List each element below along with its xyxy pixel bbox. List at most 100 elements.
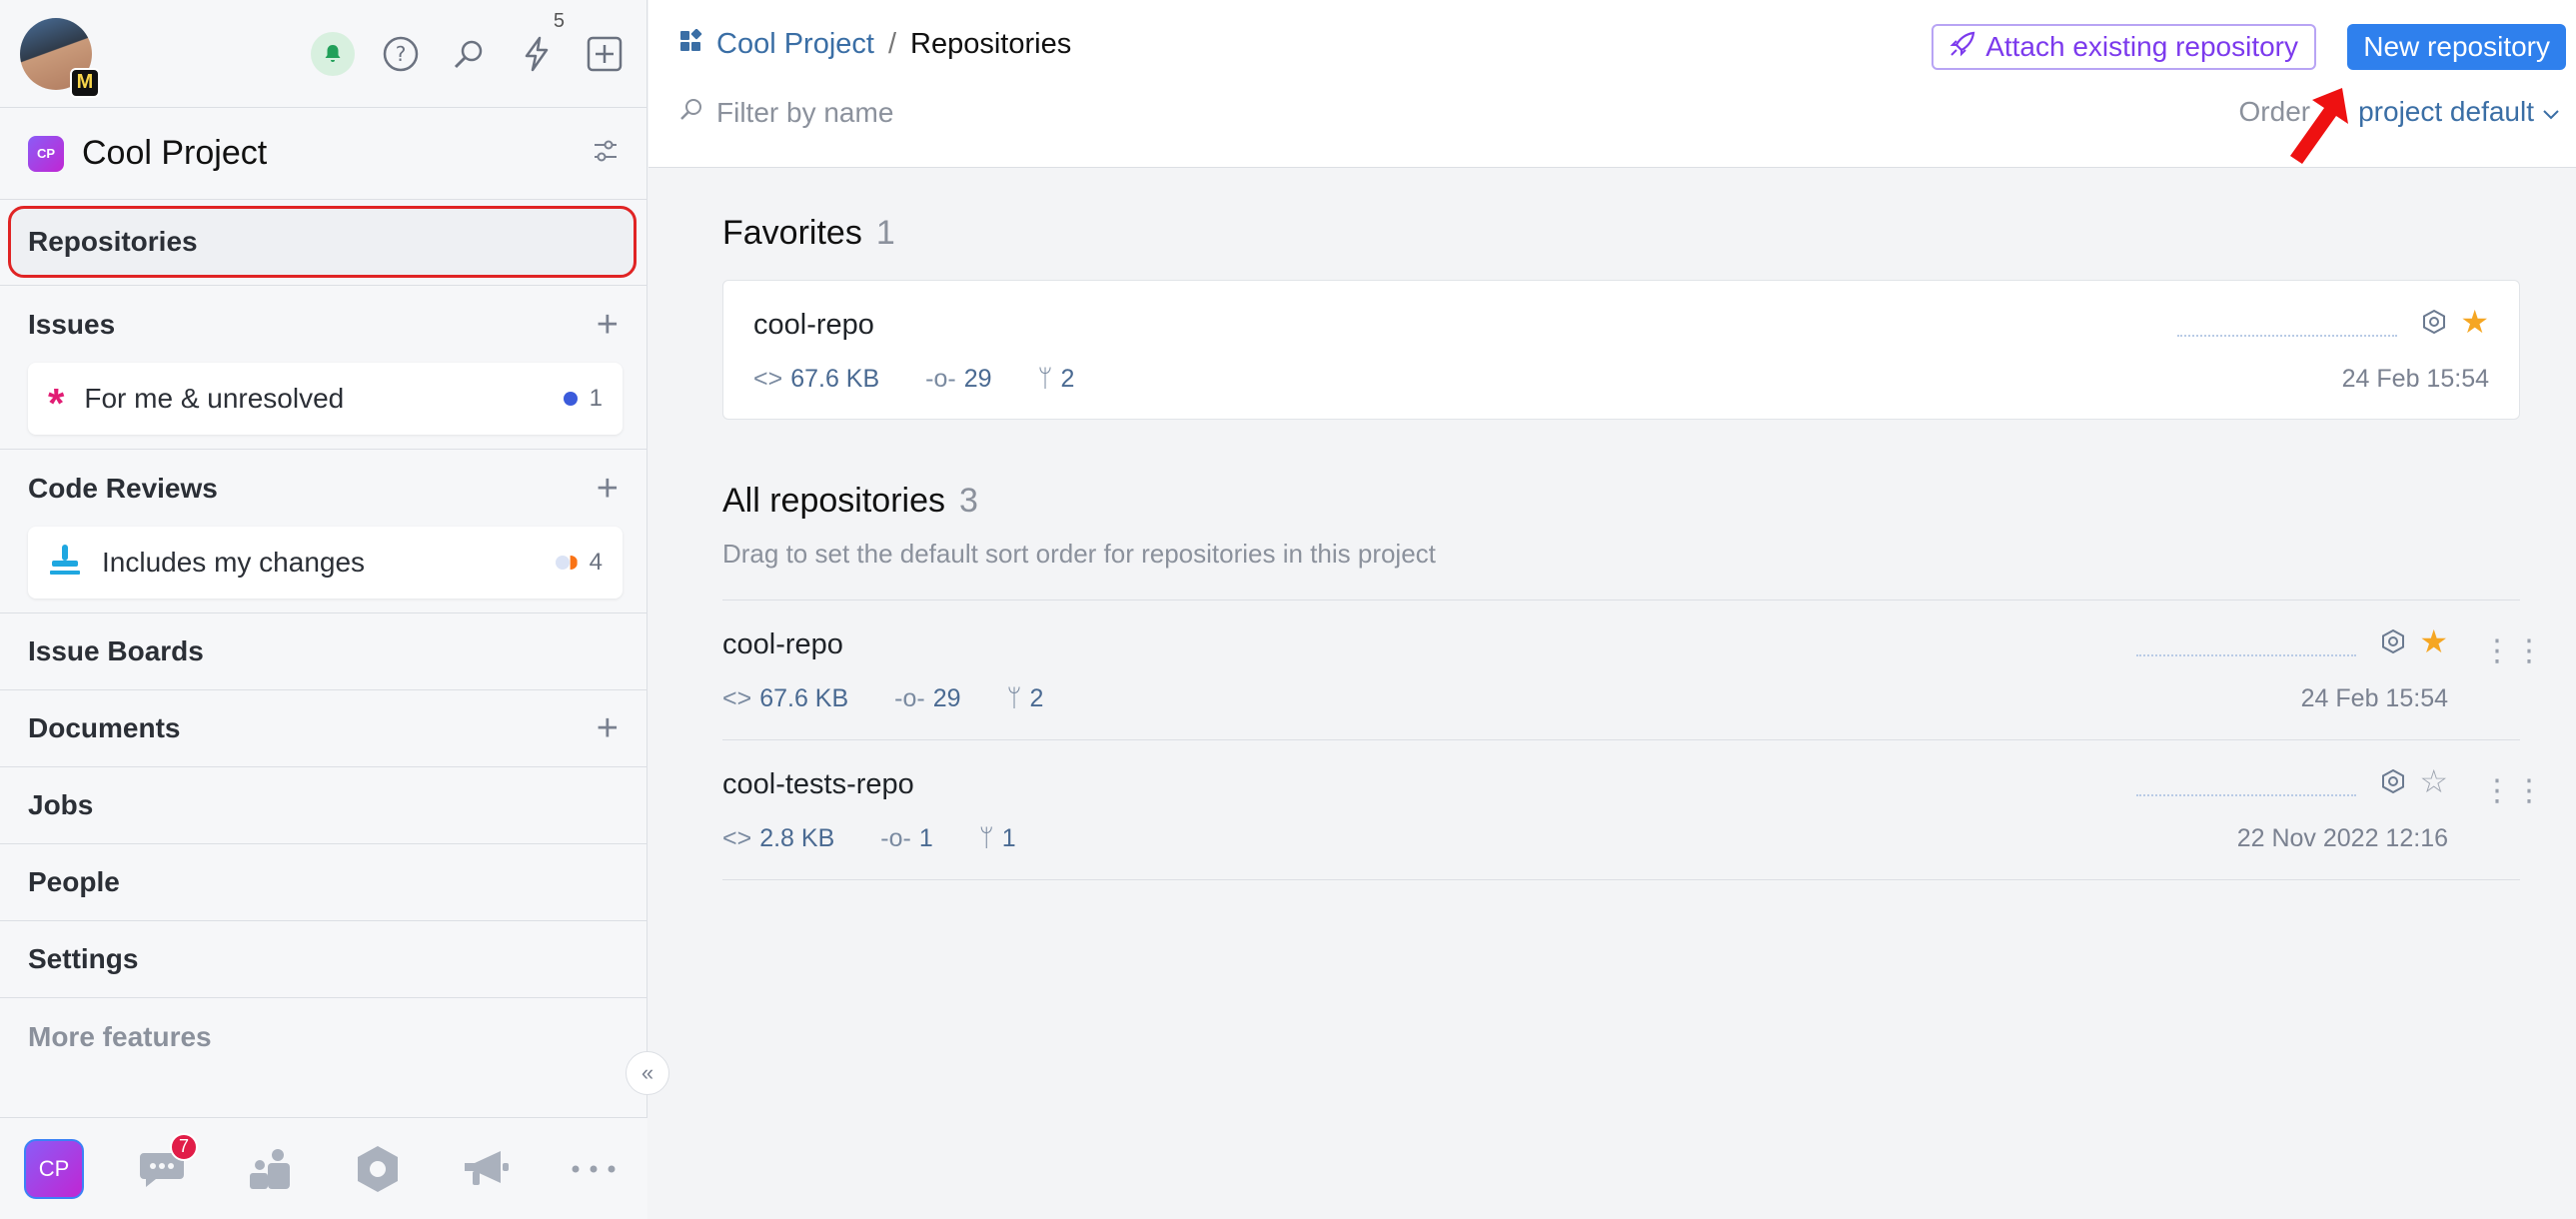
all-repositories-heading: All repositories 3 — [722, 482, 2520, 521]
search-icon[interactable] — [447, 32, 491, 76]
settings-hex-icon[interactable] — [2421, 309, 2447, 340]
settings-hex-icon[interactable] — [2380, 628, 2406, 659]
sidebar-item-label: Documents — [28, 712, 180, 744]
project-grid-icon — [678, 28, 702, 61]
new-repository-button[interactable]: New repository — [2347, 24, 2566, 70]
repo-name[interactable]: cool-repo — [722, 628, 843, 661]
star-outline-icon[interactable]: ☆ — [2419, 762, 2448, 800]
repo-row[interactable]: cool-tests-repo <>2.8 KB -o-1 ᛘ1 ☆ 22 No… — [722, 740, 2520, 880]
status-dot-icon — [564, 392, 578, 406]
branch-icon: ᛘ — [979, 824, 994, 852]
double-chevron-left-icon: « — [642, 1060, 653, 1086]
chevron-down-icon — [2542, 96, 2560, 128]
order-value: project default — [2358, 96, 2534, 128]
status-badge-icon: M — [70, 68, 100, 98]
code-icon: <> — [722, 824, 751, 852]
drag-handle-icon[interactable]: ⋮⋮ — [2482, 784, 2506, 798]
sidebar-item-settings[interactable]: Settings — [0, 921, 646, 998]
repo-size: <>2.8 KB — [722, 824, 834, 853]
packages-icon[interactable] — [348, 1139, 408, 1199]
commit-icon: -o- — [925, 365, 956, 393]
breadcrumb-project-link[interactable]: Cool Project — [716, 28, 874, 61]
count-value: 4 — [590, 549, 603, 577]
chat-icon[interactable]: 7 — [132, 1139, 192, 1199]
sidebar-item-label: Code Reviews — [28, 473, 218, 505]
subitem-label: For me & unresolved — [84, 383, 344, 415]
repo-commits[interactable]: -o- 29 — [925, 365, 991, 394]
notifications-count: 5 — [554, 10, 565, 33]
svg-text:?: ? — [396, 42, 407, 66]
attach-repository-label: Attach existing repository — [1985, 31, 2298, 63]
all-repositories-count: 3 — [959, 482, 978, 520]
status-dot-icon — [556, 556, 578, 570]
bell-icon[interactable] — [311, 32, 355, 76]
activity-sparkline — [2177, 335, 2397, 337]
favorite-repo-card[interactable]: cool-repo <>67.6 KB -o- 29 ᛘ2 ★ 24 Feb 15… — [722, 280, 2520, 420]
sidebar-item-issues[interactable]: Issues + — [0, 286, 646, 363]
drag-handle-icon[interactable]: ⋮⋮ — [2482, 644, 2506, 658]
repo-size: <>67.6 KB — [753, 365, 879, 394]
add-document-icon[interactable]: + — [597, 709, 619, 747]
code-icon: <> — [722, 684, 751, 712]
divider — [0, 278, 646, 286]
repo-name[interactable]: cool-tests-repo — [722, 768, 914, 801]
favorites-list: cool-repo <>67.6 KB -o- 29 ᛘ2 ★ 24 Feb 15… — [722, 280, 2520, 420]
sidebar-item-jobs[interactable]: Jobs — [0, 767, 646, 844]
team-icon[interactable] — [240, 1139, 300, 1199]
sidebar-item-documents[interactable]: Documents + — [0, 690, 646, 767]
sidebar-item-more-features[interactable]: More features — [0, 998, 646, 1075]
subitem-count: 4 — [556, 549, 603, 577]
help-icon[interactable]: ? — [379, 32, 423, 76]
sidebar-item-label: More features — [28, 1021, 212, 1053]
favorites-count: 1 — [876, 214, 895, 252]
sliders-icon[interactable] — [593, 138, 619, 169]
repo-commits[interactable]: -o-29 — [894, 684, 960, 713]
repo-meta: <>67.6 KB -o- 29 ᛘ2 — [753, 365, 1074, 394]
branches-value: 1 — [1002, 824, 1016, 852]
avatar[interactable]: M — [20, 18, 92, 90]
more-icon[interactable] — [564, 1139, 624, 1199]
sidebar-subitem-for-me-unresolved[interactable]: * For me & unresolved 1 — [28, 363, 623, 435]
star-icon[interactable]: ★ — [2419, 622, 2448, 660]
repo-commits[interactable]: -o-1 — [880, 824, 932, 853]
sidebar-item-repositories[interactable]: Repositories — [8, 206, 637, 278]
repo-branches[interactable]: ᛘ1 — [979, 824, 1016, 853]
favorites-heading: Favorites 1 — [722, 214, 2520, 253]
star-icon[interactable]: ★ — [2460, 303, 2489, 341]
add-issue-icon[interactable]: + — [597, 306, 619, 344]
sidebar-item-label: Jobs — [28, 789, 93, 821]
favorites-title: Favorites — [722, 214, 862, 252]
megaphone-icon[interactable] — [456, 1139, 516, 1199]
repo-name[interactable]: cool-repo — [753, 309, 874, 342]
settings-hex-icon[interactable] — [2380, 768, 2406, 799]
branches-value: 2 — [1061, 365, 1075, 393]
commits-value: 29 — [964, 365, 992, 393]
repo-branches[interactable]: ᛘ2 — [1038, 365, 1075, 394]
repo-row[interactable]: cool-repo <>67.6 KB -o-29 ᛘ2 ★ 24 Feb 15… — [722, 601, 2520, 740]
project-logo: CP — [28, 136, 64, 172]
commit-icon: -o- — [880, 824, 911, 852]
add-icon[interactable] — [583, 32, 627, 76]
add-review-icon[interactable]: + — [597, 470, 619, 508]
lightning-icon[interactable]: 5 — [515, 32, 559, 76]
project-header[interactable]: CP Cool Project — [0, 108, 646, 200]
repo-date: 22 Nov 2022 12:16 — [2237, 824, 2448, 853]
sidebar-item-label: Issue Boards — [28, 635, 204, 667]
sidebar-item-people[interactable]: People — [0, 844, 646, 921]
size-value: 67.6 KB — [759, 684, 848, 712]
all-repositories-section: All repositories3 Drag to set the defaul… — [722, 482, 2520, 570]
sidebar-item-issue-boards[interactable]: Issue Boards — [0, 613, 646, 690]
collapse-sidebar-button[interactable]: « — [626, 1051, 669, 1095]
filter-input[interactable]: Filter by name — [678, 96, 893, 129]
all-repositories-title: All repositories — [722, 482, 945, 520]
repo-branches[interactable]: ᛘ2 — [1007, 684, 1044, 713]
breadcrumb: Cool Project / Repositories — [678, 28, 1071, 61]
sidebar-item-label: Repositories — [28, 226, 198, 258]
sidebar-subitem-includes-my-changes[interactable]: Includes my changes 4 — [28, 527, 623, 599]
activity-sparkline — [2136, 654, 2356, 656]
repo-date: 24 Feb 15:54 — [2342, 365, 2489, 394]
sidebar-item-code-reviews[interactable]: Code Reviews + — [0, 450, 646, 527]
project-switcher-button[interactable]: CP — [24, 1139, 84, 1199]
attach-repository-button[interactable]: Attach existing repository — [1932, 24, 2316, 70]
sidebar-group-issues: Issues + * For me & unresolved 1 — [0, 286, 646, 450]
